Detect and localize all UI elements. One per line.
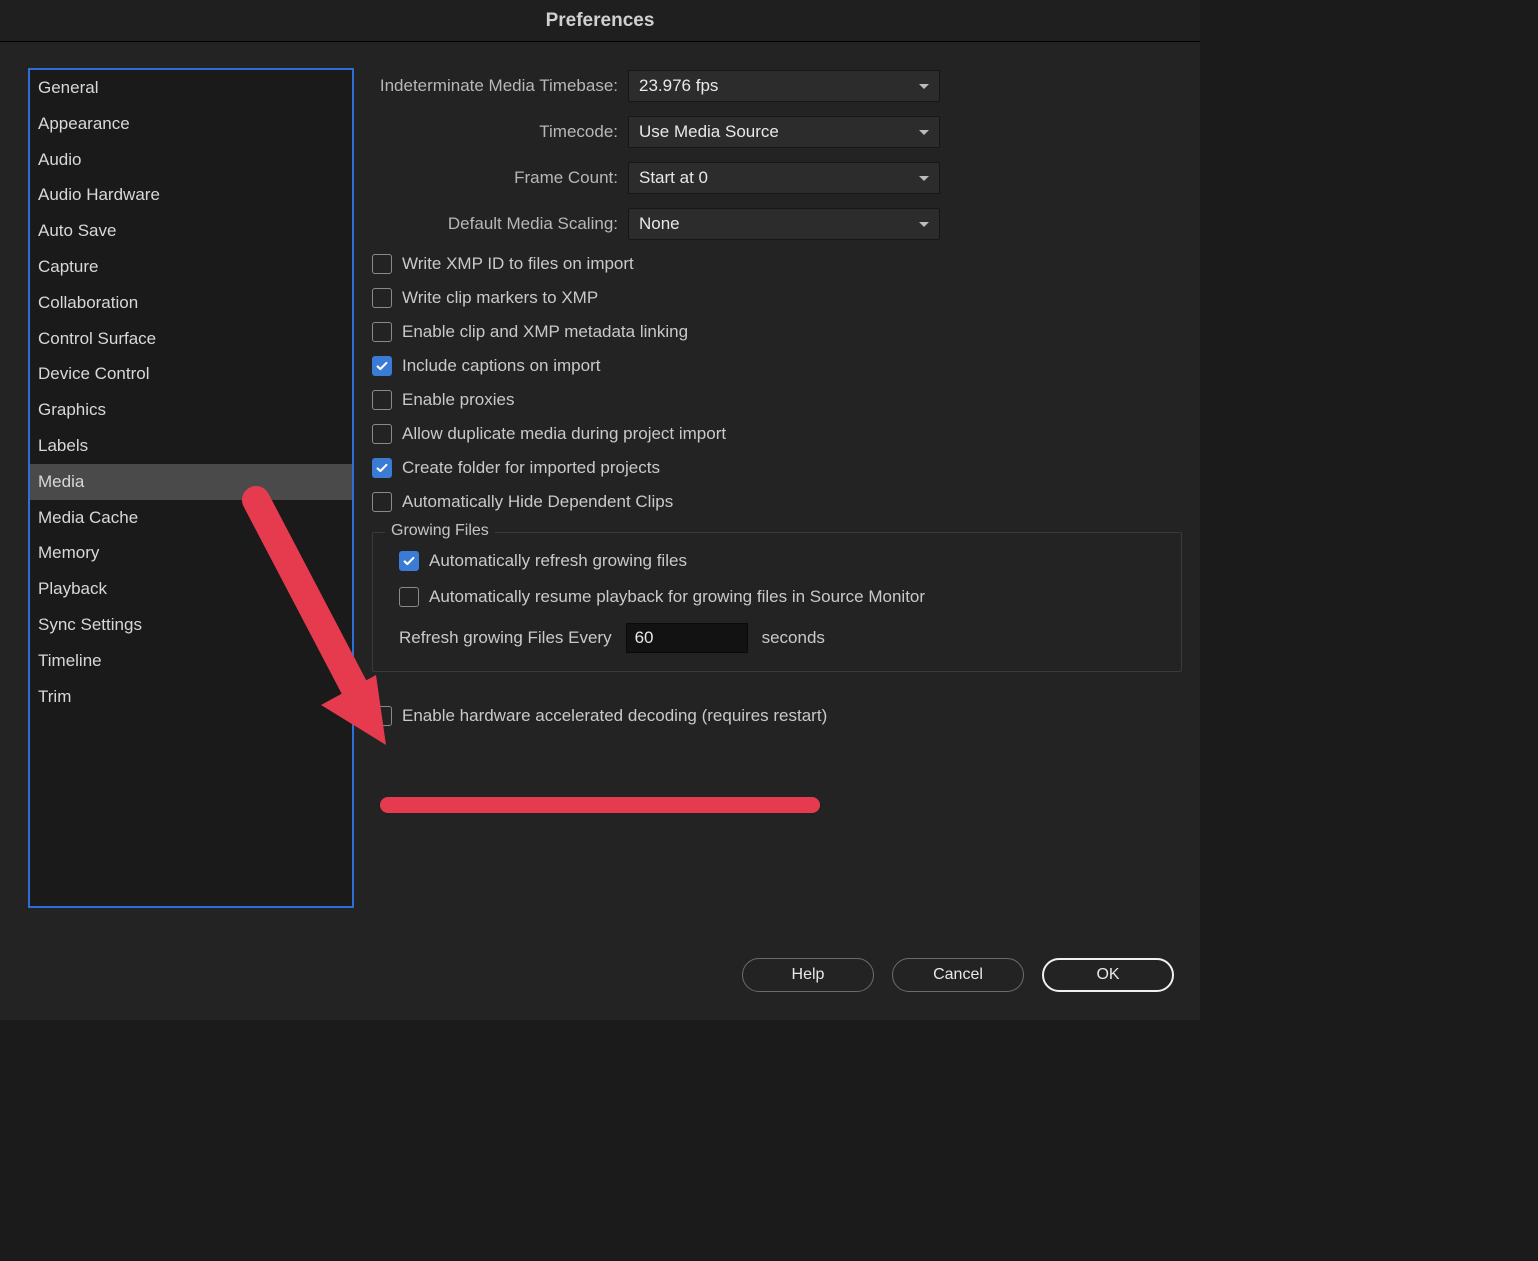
- check-row-duplicate: Allow duplicate media during project imp…: [372, 424, 1182, 444]
- sidebar-item-memory[interactable]: Memory: [30, 535, 352, 571]
- checkbox-hw_decode[interactable]: [372, 706, 392, 726]
- checkbox-clip_markers[interactable]: [372, 288, 392, 308]
- checkbox-hide_dep[interactable]: [372, 492, 392, 512]
- checkbox-enable_linking[interactable]: [372, 322, 392, 342]
- check-row-hide_dep: Automatically Hide Dependent Clips: [372, 492, 1182, 512]
- hw-decode-area: Enable hardware accelerated decoding (re…: [372, 706, 1182, 726]
- checkbox-captions[interactable]: [372, 356, 392, 376]
- check-row-auto_refresh: Automatically refresh growing files: [399, 551, 1159, 571]
- settings-panel: Indeterminate Media Timebase: 23.976 fps…: [372, 68, 1182, 930]
- checkbox-folder[interactable]: [372, 458, 392, 478]
- select-framecount[interactable]: Start at 0: [628, 162, 940, 194]
- checkbox-label-hw_decode: Enable hardware accelerated decoding (re…: [402, 706, 827, 726]
- row-timebase: Indeterminate Media Timebase: 23.976 fps: [372, 70, 1182, 102]
- checkbox-label-proxies: Enable proxies: [402, 390, 514, 410]
- ok-button[interactable]: OK: [1042, 958, 1174, 992]
- sidebar-item-sync-settings[interactable]: Sync Settings: [30, 607, 352, 643]
- select-framecount-value: Start at 0: [639, 168, 708, 188]
- row-framecount: Frame Count: Start at 0: [372, 162, 1182, 194]
- checkbox-auto_refresh[interactable]: [399, 551, 419, 571]
- sidebar-item-auto-save[interactable]: Auto Save: [30, 213, 352, 249]
- category-sidebar[interactable]: GeneralAppearanceAudioAudio HardwareAuto…: [28, 68, 354, 908]
- select-scaling-value: None: [639, 214, 680, 234]
- row-scaling: Default Media Scaling: None: [372, 208, 1182, 240]
- checkbox-duplicate[interactable]: [372, 424, 392, 444]
- checkbox-label-clip_markers: Write clip markers to XMP: [402, 288, 598, 308]
- content-area: GeneralAppearanceAudioAudio HardwareAuto…: [0, 42, 1200, 930]
- chevron-down-icon: [919, 222, 929, 227]
- checkbox-label-duplicate: Allow duplicate media during project imp…: [402, 424, 726, 444]
- checkbox-label-xmp_id: Write XMP ID to files on import: [402, 254, 634, 274]
- sidebar-item-media[interactable]: Media: [30, 464, 352, 500]
- checkbox-label-hide_dep: Automatically Hide Dependent Clips: [402, 492, 673, 512]
- select-scaling[interactable]: None: [628, 208, 940, 240]
- growing-files-group: Growing Files Automatically refresh grow…: [372, 532, 1182, 672]
- check-row-hw_decode: Enable hardware accelerated decoding (re…: [372, 706, 1182, 726]
- select-timebase-value: 23.976 fps: [639, 76, 718, 96]
- sidebar-item-device-control[interactable]: Device Control: [30, 356, 352, 392]
- sidebar-item-collaboration[interactable]: Collaboration: [30, 285, 352, 321]
- preferences-window: Preferences GeneralAppearanceAudioAudio …: [0, 0, 1200, 1020]
- refresh-label-post: seconds: [762, 628, 825, 648]
- sidebar-item-timeline[interactable]: Timeline: [30, 643, 352, 679]
- sidebar-item-labels[interactable]: Labels: [30, 428, 352, 464]
- checkbox-label-folder: Create folder for imported projects: [402, 458, 660, 478]
- chevron-down-icon: [919, 130, 929, 135]
- checkbox-label-enable_linking: Enable clip and XMP metadata linking: [402, 322, 688, 342]
- cancel-button[interactable]: Cancel: [892, 958, 1024, 992]
- checkbox-label-captions: Include captions on import: [402, 356, 600, 376]
- check-row-folder: Create folder for imported projects: [372, 458, 1182, 478]
- select-timecode-value: Use Media Source: [639, 122, 779, 142]
- checkbox-proxies[interactable]: [372, 390, 392, 410]
- chevron-down-icon: [919, 84, 929, 89]
- sidebar-item-control-surface[interactable]: Control Surface: [30, 321, 352, 357]
- window-titlebar: Preferences: [0, 0, 1200, 42]
- checkbox-label-auto_resume: Automatically resume playback for growin…: [429, 587, 925, 607]
- sidebar-item-audio-hardware[interactable]: Audio Hardware: [30, 177, 352, 213]
- sidebar-item-trim[interactable]: Trim: [30, 679, 352, 715]
- sidebar-item-playback[interactable]: Playback: [30, 571, 352, 607]
- check-row-enable_linking: Enable clip and XMP metadata linking: [372, 322, 1182, 342]
- sidebar-item-graphics[interactable]: Graphics: [30, 392, 352, 428]
- dialog-footer: Help Cancel OK: [0, 930, 1200, 1020]
- check-row-xmp_id: Write XMP ID to files on import: [372, 254, 1182, 274]
- label-timecode: Timecode:: [372, 122, 618, 142]
- check-row-captions: Include captions on import: [372, 356, 1182, 376]
- select-timebase[interactable]: 23.976 fps: [628, 70, 940, 102]
- sidebar-item-capture[interactable]: Capture: [30, 249, 352, 285]
- checkbox-label-auto_refresh: Automatically refresh growing files: [429, 551, 687, 571]
- check-row-auto_resume: Automatically resume playback for growin…: [399, 587, 1159, 607]
- check-row-clip_markers: Write clip markers to XMP: [372, 288, 1182, 308]
- check-row-proxies: Enable proxies: [372, 390, 1182, 410]
- select-timecode[interactable]: Use Media Source: [628, 116, 940, 148]
- sidebar-item-media-cache[interactable]: Media Cache: [30, 500, 352, 536]
- sidebar-item-general[interactable]: General: [30, 70, 352, 106]
- row-timecode: Timecode: Use Media Source: [372, 116, 1182, 148]
- growing-files-title: Growing Files: [385, 522, 495, 540]
- row-refresh-interval: Refresh growing Files Every seconds: [399, 623, 1159, 653]
- label-scaling: Default Media Scaling:: [372, 214, 618, 234]
- chevron-down-icon: [919, 176, 929, 181]
- window-title: Preferences: [546, 10, 655, 32]
- refresh-label-pre: Refresh growing Files Every: [399, 628, 612, 648]
- checkbox-auto_resume[interactable]: [399, 587, 419, 607]
- sidebar-item-audio[interactable]: Audio: [30, 142, 352, 178]
- label-timebase: Indeterminate Media Timebase:: [372, 76, 618, 96]
- checkbox-xmp_id[interactable]: [372, 254, 392, 274]
- help-button[interactable]: Help: [742, 958, 874, 992]
- label-framecount: Frame Count:: [372, 168, 618, 188]
- refresh-interval-input[interactable]: [626, 623, 748, 653]
- growing-checks: Automatically refresh growing files Autom…: [399, 551, 1159, 607]
- sidebar-item-appearance[interactable]: Appearance: [30, 106, 352, 142]
- checkbox-area: Write XMP ID to files on import Write cli…: [372, 254, 1182, 512]
